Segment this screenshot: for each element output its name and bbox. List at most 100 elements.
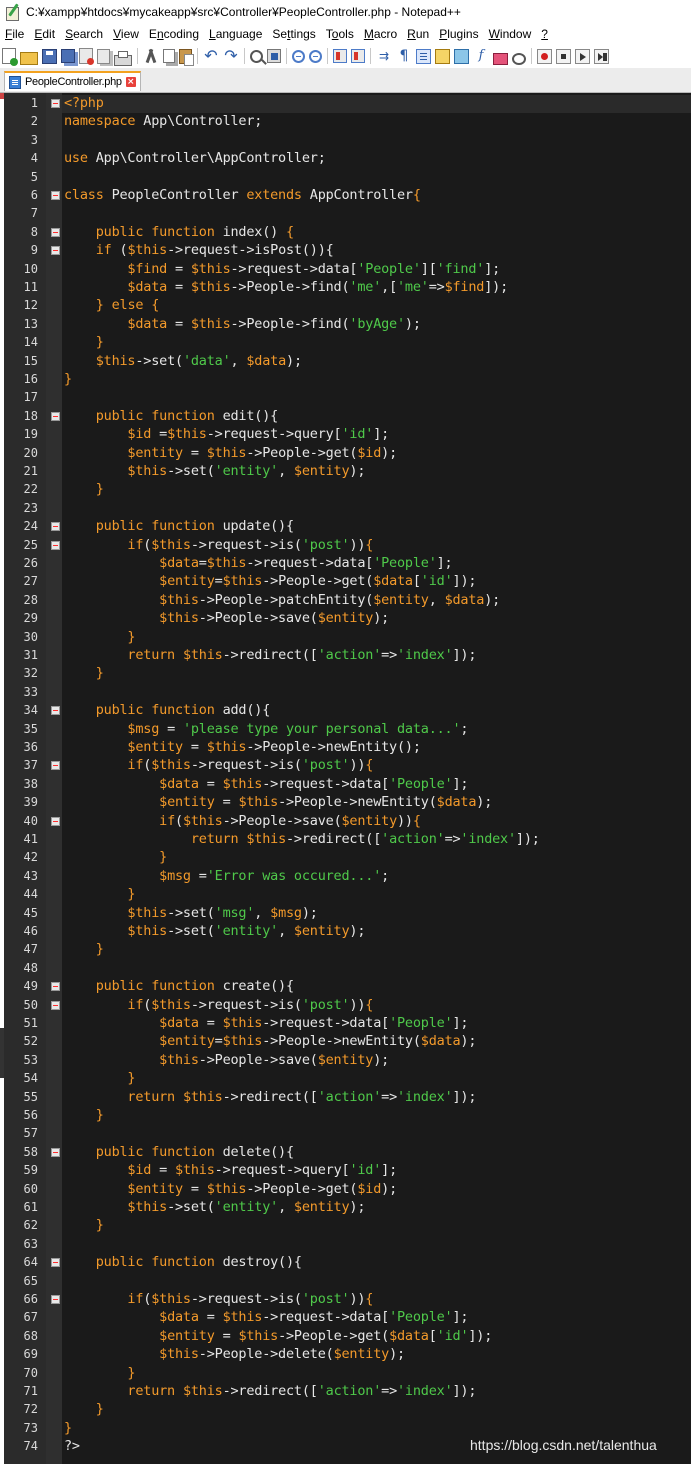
menu-tools[interactable]: Tools	[321, 27, 359, 41]
code-line[interactable]: 29 $this->People->save($entity);	[0, 609, 691, 627]
fold-toggle-icon[interactable]	[51, 761, 60, 771]
code-line[interactable]: 56 }	[0, 1106, 691, 1124]
open-file-icon[interactable]	[20, 51, 38, 65]
code-line[interactable]: 70 }	[0, 1364, 691, 1382]
code-line[interactable]: 20 $entity = $this->People->get($id);	[0, 444, 691, 462]
code-line[interactable]: 34 public function add(){	[0, 701, 691, 719]
save-icon[interactable]	[42, 48, 57, 64]
code-line[interactable]: 71 return $this->redirect(['action'=>'in…	[0, 1382, 691, 1400]
menu-view[interactable]: View	[108, 27, 144, 41]
menu-search[interactable]: Search	[60, 27, 108, 41]
menu-help[interactable]: ?	[536, 27, 553, 41]
code-line[interactable]: 30 }	[0, 628, 691, 646]
code-line[interactable]: 27 $entity=$this->People->get($data['id'…	[0, 572, 691, 590]
code-line[interactable]: 51 $data = $this->request->data['People'…	[0, 1014, 691, 1032]
find-icon[interactable]	[250, 49, 263, 63]
zoom-in-icon[interactable]	[292, 49, 305, 63]
code-line[interactable]: 33	[0, 683, 691, 701]
code-line[interactable]: 18 public function edit(){	[0, 407, 691, 425]
run-macro-multiple-icon[interactable]	[594, 48, 609, 64]
document-map-icon[interactable]	[454, 48, 469, 64]
code-line[interactable]: 72 }	[0, 1400, 691, 1418]
redo-icon[interactable]: ↷	[223, 48, 239, 64]
save-all-icon[interactable]	[61, 49, 75, 63]
replace-icon[interactable]	[267, 49, 281, 63]
menu-file[interactable]: File	[0, 27, 29, 41]
fold-toggle-icon[interactable]	[51, 99, 60, 108]
code-line[interactable]: 66 if($this->request->is('post')){	[0, 1290, 691, 1308]
show-all-characters-icon[interactable]: ¶	[396, 48, 412, 64]
print-icon[interactable]	[114, 50, 132, 66]
fold-toggle-icon[interactable]	[51, 1000, 60, 1010]
code-line[interactable]: 4 use App\Controller\AppController;	[0, 149, 691, 167]
code-line[interactable]: 54 }	[0, 1069, 691, 1087]
code-line[interactable]: 12 } else {	[0, 296, 691, 314]
code-line[interactable]: 45 $this->set('msg', $msg);	[0, 904, 691, 922]
word-wrap-icon[interactable]: ⇉	[376, 48, 392, 64]
code-line[interactable]: 46 $this->set('entity', $entity);	[0, 922, 691, 940]
code-line[interactable]: 67 $data = $this->request->data['People'…	[0, 1308, 691, 1326]
record-macro-icon[interactable]	[537, 48, 552, 64]
code-line[interactable]: 8 public function index() {	[0, 223, 691, 241]
code-line[interactable]: 19 $id =$this->request->query['id'];	[0, 425, 691, 443]
code-line[interactable]: 44 }	[0, 885, 691, 903]
code-line[interactable]: 1 <?php	[0, 94, 691, 112]
fold-toggle-icon[interactable]	[51, 1295, 60, 1304]
fold-toggle-icon[interactable]	[51, 1147, 60, 1157]
code-line[interactable]: 62 }	[0, 1216, 691, 1234]
cut-icon[interactable]	[143, 48, 159, 64]
menu-macro[interactable]: Macro	[359, 27, 402, 41]
code-line[interactable]: 50 if($this->request->is('post')){	[0, 996, 691, 1014]
fold-toggle-icon[interactable]	[51, 982, 60, 992]
code-line[interactable]: 69 $this->People->delete($entity);	[0, 1345, 691, 1363]
code-line[interactable]: 15 $this->set('data', $data);	[0, 352, 691, 370]
code-line[interactable]: 31 return $this->redirect(['action'=>'in…	[0, 646, 691, 664]
code-line[interactable]: 25 if($this->request->is('post')){	[0, 536, 691, 554]
code-line[interactable]: 10 $find = $this->request->data['People'…	[0, 260, 691, 278]
indent-guide-icon[interactable]	[416, 48, 431, 64]
code-line[interactable]: 37 if($this->request->is('post')){	[0, 756, 691, 774]
code-line[interactable]: 64 public function destroy(){	[0, 1253, 691, 1271]
code-line[interactable]: 5	[0, 168, 691, 186]
paste-icon[interactable]	[179, 48, 194, 66]
playback-macro-icon[interactable]	[575, 48, 590, 64]
fold-toggle-icon[interactable]	[51, 522, 60, 532]
code-line[interactable]: 6 class PeopleController extends AppContr…	[0, 186, 691, 204]
user-defined-language-icon[interactable]	[435, 48, 450, 64]
menu-run[interactable]: Run	[402, 27, 434, 41]
close-file-icon[interactable]	[79, 48, 94, 65]
code-line[interactable]: 16}	[0, 370, 691, 388]
stop-recording-icon[interactable]	[556, 48, 571, 64]
code-line[interactable]: 68 $entity = $this->People->get($data['i…	[0, 1327, 691, 1345]
code-line[interactable]: 48	[0, 959, 691, 977]
tab-people-controller[interactable]: PeopleController.php ×	[4, 71, 141, 91]
code-line[interactable]: 55 return $this->redirect(['action'=>'in…	[0, 1088, 691, 1106]
code-line[interactable]: 2 namespace App\Controller;	[0, 112, 691, 130]
folder-as-workspace-icon[interactable]	[493, 53, 508, 65]
code-line[interactable]: 17	[0, 388, 691, 406]
code-line[interactable]: 3	[0, 131, 691, 149]
code-editor[interactable]: 1 <?php 2 namespace App\Controller; 3 4 use Ap…	[0, 93, 691, 1464]
code-line[interactable]: 38 $data = $this->request->data['People'…	[0, 775, 691, 793]
menu-plugins[interactable]: Plugins	[434, 27, 483, 41]
code-line[interactable]: 26 $data=$this->request->data['People'];	[0, 554, 691, 572]
menu-window[interactable]: Window	[484, 27, 537, 41]
menu-encoding[interactable]: Encoding	[144, 27, 204, 41]
code-line[interactable]: 13 $data = $this->People->find('byAge');	[0, 315, 691, 333]
code-line[interactable]: 11 $data = $this->People->find('me',['me…	[0, 278, 691, 296]
code-line[interactable]: 53 $this->People->save($entity);	[0, 1051, 691, 1069]
code-line[interactable]: 73}	[0, 1419, 691, 1437]
code-line[interactable]: 65	[0, 1272, 691, 1290]
code-line[interactable]: 21 $this->set('entity', $entity);	[0, 462, 691, 480]
code-line[interactable]: 7	[0, 204, 691, 222]
code-line[interactable]: 36 $entity = $this->People->newEntity();	[0, 738, 691, 756]
code-line[interactable]: 14 }	[0, 333, 691, 351]
menu-language[interactable]: Language	[204, 27, 267, 41]
code-line[interactable]: 52 $entity=$this->People->newEntity($dat…	[0, 1032, 691, 1050]
code-line[interactable]: 32 }	[0, 664, 691, 682]
fold-toggle-icon[interactable]	[51, 191, 60, 200]
close-all-icon[interactable]	[97, 48, 110, 64]
fold-toggle-icon[interactable]	[51, 246, 60, 256]
code-line[interactable]: 22 }	[0, 480, 691, 498]
new-file-icon[interactable]	[2, 48, 18, 66]
